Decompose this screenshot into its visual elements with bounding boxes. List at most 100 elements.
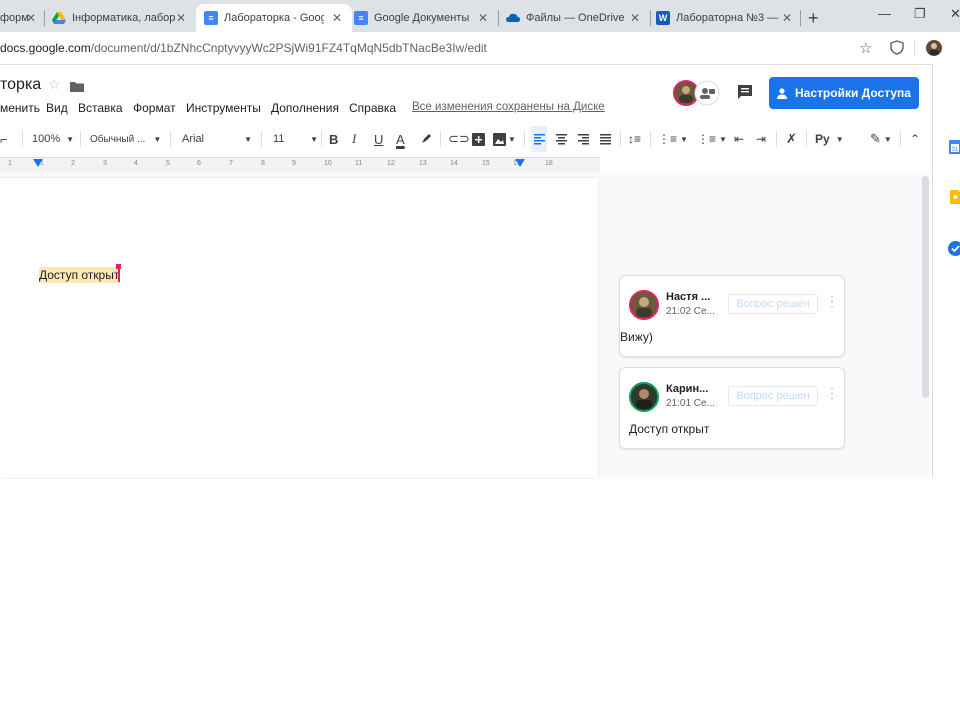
toolbar-divider (914, 40, 915, 56)
tab-separator (498, 10, 499, 26)
tab-2[interactable]: Інформатика, лаборато ✕ (52, 4, 192, 32)
anonymous-viewer-icon[interactable] (694, 80, 720, 111)
google-drive-icon (52, 11, 66, 25)
style-select[interactable]: Обычный ... ▼ (90, 126, 161, 152)
close-tab-icon[interactable]: ✕ (478, 11, 488, 25)
align-left-icon[interactable] (531, 126, 547, 152)
toolbar-separator (806, 131, 807, 147)
kebab-menu-icon[interactable]: ⋮ (954, 38, 960, 55)
tab-title: Лабораторка - Google (224, 12, 324, 24)
decrease-indent-icon[interactable]: ⇤ (734, 126, 744, 152)
ruler-mark: 8 (261, 160, 265, 167)
paint-format-icon[interactable]: ⌐ (0, 126, 8, 152)
font-size-select[interactable]: 11 ▼ (273, 126, 318, 152)
menu-help[interactable]: Справка (349, 101, 396, 115)
comment-card[interactable]: Карин... 21:01 Се... Вопрос решен ⋮ Дост… (619, 367, 845, 449)
resolve-button[interactable]: Вопрос решен (728, 294, 818, 314)
zoom-select[interactable]: 100% ▼ (32, 126, 74, 152)
ruler-mark: 14 (450, 160, 458, 167)
close-tab-icon[interactable]: ✕ (630, 11, 640, 25)
tab-4[interactable]: ≡ Google Документы ✕ (354, 4, 494, 32)
comment-history-icon[interactable] (737, 84, 753, 105)
close-tab-icon[interactable]: ✕ (782, 11, 792, 25)
toolbar-separator (524, 131, 525, 147)
tab-5[interactable]: Файлы — OneDrive ✕ (506, 4, 646, 32)
close-tab-icon[interactable]: ✕ (332, 11, 342, 25)
menu-insert[interactable]: Вставка (78, 101, 123, 115)
tab-title: форм (0, 12, 29, 24)
align-right-icon[interactable] (578, 126, 589, 152)
clear-formatting-icon[interactable]: ✗ (786, 126, 797, 152)
input-tools-button[interactable]: Pу ▼ (815, 126, 844, 152)
tasks-icon[interactable] (948, 241, 960, 261)
ruler-mark: 3 (103, 160, 107, 167)
ruler-mark: 7 (229, 160, 233, 167)
body-text: Доступ открыт (39, 268, 120, 282)
url-text[interactable]: docs.google.com/document/d/1bZNhcCnptyvy… (0, 41, 487, 55)
calendar-icon[interactable]: 31 (949, 140, 960, 159)
new-tab-button[interactable]: + (808, 4, 819, 32)
more-options-icon[interactable]: ⋮ (825, 385, 839, 402)
profile-avatar[interactable] (926, 40, 942, 61)
minimize-button[interactable]: — (878, 6, 891, 21)
line-spacing-icon[interactable]: ↕≡ (628, 126, 641, 152)
bold-button[interactable]: B (329, 126, 338, 152)
add-comment-icon[interactable] (472, 126, 485, 152)
italic-button[interactable]: I (352, 126, 356, 152)
menu-view[interactable]: Вид (46, 101, 68, 115)
save-status-link[interactable]: Все изменения сохранены на Диске (412, 101, 605, 113)
tab-3-active[interactable]: ≡ Лабораторка - Google ✕ (196, 4, 352, 32)
tab-title: Google Документы (374, 12, 470, 24)
dropdown-arrow-icon: ▼ (153, 134, 162, 144)
resolve-button[interactable]: Вопрос решен (728, 386, 818, 406)
body-text-highlighted[interactable]: Доступ открыт (39, 267, 120, 283)
folder-icon[interactable] (70, 79, 84, 97)
document-page[interactable]: Доступ открыт (0, 178, 598, 478)
share-button[interactable]: Настройки Доступа (769, 77, 919, 109)
formatting-toolbar: ⌐ 100% ▼ Обычный ... ▼ Arial ▼ 11 ▼ B I U A … (0, 126, 930, 152)
svg-text:31: 31 (952, 147, 959, 153)
right-indent-marker-icon[interactable] (515, 159, 525, 167)
keep-icon[interactable] (950, 190, 960, 209)
close-tab-icon[interactable]: ✕ (26, 11, 36, 25)
left-indent-marker-icon[interactable] (33, 159, 43, 167)
tab-1[interactable]: форм ✕ (0, 4, 40, 32)
ruler-mark: 13 (419, 160, 427, 167)
menu-format[interactable]: Формат (133, 101, 176, 115)
align-justify-icon[interactable] (600, 126, 611, 152)
ruler-mark: 2 (71, 160, 75, 167)
close-window-button[interactable]: ✕ (950, 6, 960, 22)
underline-button[interactable]: U (374, 126, 383, 152)
doc-title[interactable]: торка (0, 76, 41, 94)
more-options-icon[interactable]: ⋮ (825, 293, 839, 310)
comment-time: 21:02 Се... (666, 306, 715, 317)
restore-button[interactable]: ❐ (914, 6, 926, 22)
close-tab-icon[interactable]: ✕ (176, 11, 186, 25)
star-icon[interactable]: ☆ (48, 76, 61, 93)
menu-edit[interactable]: менить (0, 101, 40, 115)
tab-title: Файлы — OneDrive (526, 12, 625, 24)
comment-card[interactable]: Настя ... 21:02 Се... Вопрос решен ⋮ Виж… (619, 275, 845, 357)
insert-image-icon[interactable]: ▼ (493, 126, 516, 152)
ruler-mark: 15 (482, 160, 490, 167)
vertical-scrollbar[interactable] (922, 176, 929, 398)
collapse-menus-chevron-up-icon[interactable]: ⌃ (910, 126, 920, 152)
address-bar[interactable]: docs.google.com/document/d/1bZNhcCnptyvy… (0, 32, 960, 65)
editing-mode-pencil-icon[interactable]: ✎ ▼ (870, 126, 892, 152)
numbered-list-icon[interactable]: ⋮≡ ▼ (658, 126, 688, 152)
extension-shield-icon[interactable] (890, 40, 904, 60)
align-center-icon[interactable] (556, 126, 567, 152)
highlight-color-icon[interactable] (420, 126, 432, 152)
bookmark-star-icon[interactable]: ☆ (859, 39, 872, 57)
horizontal-ruler[interactable]: 1 1 2 3 4 5 6 7 8 9 10 11 12 13 14 15 17 18 (0, 157, 600, 173)
tab-6[interactable]: W Лабораторна №3 — М ✕ (656, 4, 796, 32)
text-color-button[interactable]: A (396, 126, 405, 152)
increase-indent-icon[interactable]: ⇥ (756, 126, 766, 152)
bulleted-list-icon[interactable]: ⋮≡ ▼ (697, 126, 727, 152)
font-select[interactable]: Arial ▼ (182, 126, 252, 152)
link-icon[interactable]: ⊂⊃ (448, 126, 470, 152)
ruler-mark: 18 (545, 160, 553, 167)
menu-tools[interactable]: Инструменты (186, 101, 261, 115)
menu-addons[interactable]: Дополнения (271, 101, 339, 115)
tab-separator (800, 10, 801, 26)
